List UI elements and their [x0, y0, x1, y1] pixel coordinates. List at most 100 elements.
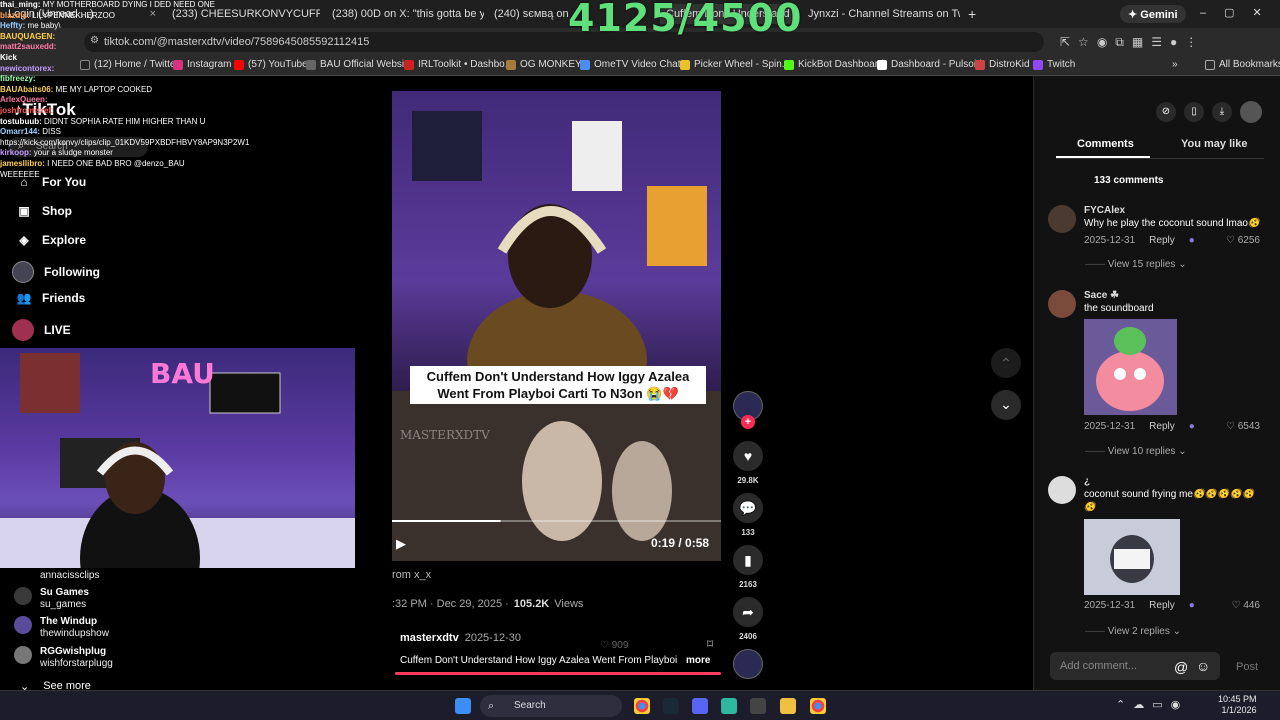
bookmark[interactable]: OmeTV Video Chat...: [580, 59, 689, 70]
view-replies[interactable]: —— View 2 replies ⌄: [1085, 626, 1181, 637]
windows-start-icon[interactable]: [455, 698, 471, 714]
following-account[interactable]: annacissclips: [14, 570, 99, 588]
save-button[interactable]: ▮ 2163: [733, 545, 763, 589]
comment-image[interactable]: [1084, 319, 1177, 415]
nav-following[interactable]: Following: [12, 261, 100, 283]
author-avatar-button[interactable]: +: [733, 391, 763, 429]
compass-icon: ◈: [19, 233, 29, 247]
post-button[interactable]: Post: [1236, 661, 1258, 673]
bookmark[interactable]: DistroKid: [975, 59, 1030, 70]
browser-tab[interactable]: (238) 00D on X: "this gotta be y×: [326, 4, 484, 24]
file-explorer-icon[interactable]: [780, 698, 796, 714]
following-account[interactable]: Su Games su_games: [14, 587, 89, 611]
comment-user[interactable]: FYCAlex: [1084, 205, 1125, 216]
share-icon[interactable]: ⊘: [1156, 102, 1176, 122]
chat-message: Omarr144: DISS: [0, 127, 270, 138]
taskbar-search[interactable]: Search: [480, 695, 622, 717]
next-video-button[interactable]: ⌄: [991, 390, 1021, 420]
bookmark[interactable]: OG MONKEY: [506, 59, 582, 70]
comment-image[interactable]: [1084, 519, 1180, 595]
clock-date: 1/1/2026: [1221, 705, 1257, 715]
obs-icon[interactable]: [750, 698, 766, 714]
tab-label: Jynxzi - Channel Streams on Tw: [808, 8, 960, 20]
browser-tab[interactable]: Jynxzi - Channel Streams on Tw×: [802, 4, 960, 24]
bookmark[interactable]: IRLToolkit • Dashbo...: [404, 59, 513, 70]
share-button[interactable]: ➦ 2406: [733, 597, 763, 641]
all-bookmarks[interactable]: All Bookmarks: [1205, 59, 1280, 70]
chat-text: DIDNT SOPHIA RATE HIM HIGHER THAN U: [44, 116, 206, 126]
follow-plus-icon[interactable]: +: [741, 415, 755, 429]
like-button[interactable]: ♥ 29.8K: [733, 441, 763, 485]
play-icon[interactable]: ▶: [396, 536, 406, 552]
reply-button[interactable]: Reply: [1149, 421, 1175, 432]
nav-explore[interactable]: ◈ Explore: [16, 232, 86, 248]
bookmark-icon[interactable]: ⌑: [707, 637, 713, 651]
bookmark-label: All Bookmarks: [1219, 59, 1280, 70]
flag-poster: [20, 353, 80, 413]
sound-disc-button[interactable]: [733, 649, 763, 679]
chat-message: Kick: [0, 53, 270, 64]
new-tab-button[interactable]: +: [962, 4, 976, 24]
comment-likes[interactable]: ♡ 6543: [1226, 421, 1260, 432]
previous-video-button[interactable]: ⌃: [991, 348, 1021, 378]
nav-shop[interactable]: ▣ Shop: [16, 203, 72, 219]
reply-button[interactable]: Reply: [1149, 600, 1175, 611]
comment-likes[interactable]: ♡ 6256: [1226, 235, 1260, 246]
toolbar-icons[interactable]: ⇱☆◉⧉▦☰●⋮: [1060, 35, 1205, 50]
divider-line: ——: [1085, 446, 1108, 457]
irltoolkit-icon: [404, 59, 414, 70]
avatar[interactable]: [1048, 205, 1076, 233]
tweet-views: 105.2K: [513, 598, 550, 610]
mention-icon[interactable]: @: [1174, 659, 1188, 675]
avatar[interactable]: [1048, 290, 1076, 318]
avatar[interactable]: [1048, 476, 1076, 504]
bookmark[interactable]: KickBot Dashboard: [784, 59, 884, 70]
live-icon: [12, 319, 34, 341]
profile-avatar[interactable]: [1240, 101, 1262, 123]
view-replies[interactable]: —— View 10 replies ⌄: [1085, 446, 1187, 457]
following-account[interactable]: The Windup thewindupshow: [14, 616, 109, 640]
chrome-active-icon[interactable]: [810, 698, 826, 714]
clock[interactable]: 10:45 PM 1/1/2026: [1218, 694, 1257, 716]
view-replies[interactable]: —— View 15 replies ⌄: [1085, 259, 1187, 270]
chrome-icon[interactable]: [634, 698, 650, 714]
nav-live[interactable]: LIVE: [12, 319, 71, 341]
more-link[interactable]: more: [686, 655, 710, 666]
app-icon[interactable]: [721, 698, 737, 714]
gemini-button[interactable]: ✦ Gemini: [1120, 5, 1186, 23]
tab-you-may-like[interactable]: You may like: [1181, 138, 1247, 150]
bookmarks-overflow[interactable]: »: [1172, 59, 1178, 70]
following-account[interactable]: RGGwishplug wishforstarplugg: [14, 646, 113, 670]
chat-message: newicontorex:: [0, 64, 270, 75]
chat-message: Heffty: me baby\: [0, 21, 270, 32]
chat-username: matt2sauxedd:: [0, 42, 57, 52]
comment-user[interactable]: Sace ☘: [1084, 290, 1119, 301]
steam-icon[interactable]: [663, 698, 679, 714]
download-icon[interactable]: ⤓: [1212, 102, 1232, 122]
bookmark[interactable]: BAU Official Website: [306, 59, 412, 70]
reply-button[interactable]: Reply: [1149, 235, 1175, 246]
tab-comments[interactable]: Comments: [1077, 138, 1134, 150]
browser-tab[interactable]: (240) ѕємвą on X: [488, 4, 568, 24]
system-tray-icons[interactable]: ⌃☁▭◉: [1116, 698, 1188, 711]
discord-icon[interactable]: [692, 698, 708, 714]
monkey-icon: [506, 59, 516, 70]
bookmark[interactable]: Twitch: [1033, 59, 1075, 70]
chat-text: I NEED ONE BAD BRO @denzo_BAU: [47, 158, 185, 168]
gemini-icon: ✦: [1128, 9, 1141, 21]
patrick-sticker: [1096, 327, 1164, 411]
bookmark[interactable]: Picker Wheel - Spin...: [680, 59, 790, 70]
video-author[interactable]: masterxdtv: [400, 632, 459, 644]
chat-message: jamesllibro: I NEED ONE BAD BRO @denzo_B…: [0, 159, 270, 170]
bookmark[interactable]: Dashboard - Pulsoid: [877, 59, 982, 70]
window-controls[interactable]: –▢✕: [1200, 6, 1280, 19]
comment-button[interactable]: 💬 133: [733, 493, 763, 537]
emoji-icon[interactable]: ☺: [1196, 658, 1210, 674]
device-icon[interactable]: ▯: [1184, 102, 1204, 122]
comment-likes[interactable]: ♡ 446: [1232, 600, 1260, 611]
tweet-views-label: Views: [554, 598, 584, 610]
add-comment-input[interactable]: Add comment...: [1050, 652, 1220, 680]
nav-friends[interactable]: 👥 Friends: [16, 290, 86, 306]
comment-user[interactable]: ¿: [1084, 476, 1090, 487]
video-player[interactable]: MASTERXDTV: [392, 91, 721, 561]
